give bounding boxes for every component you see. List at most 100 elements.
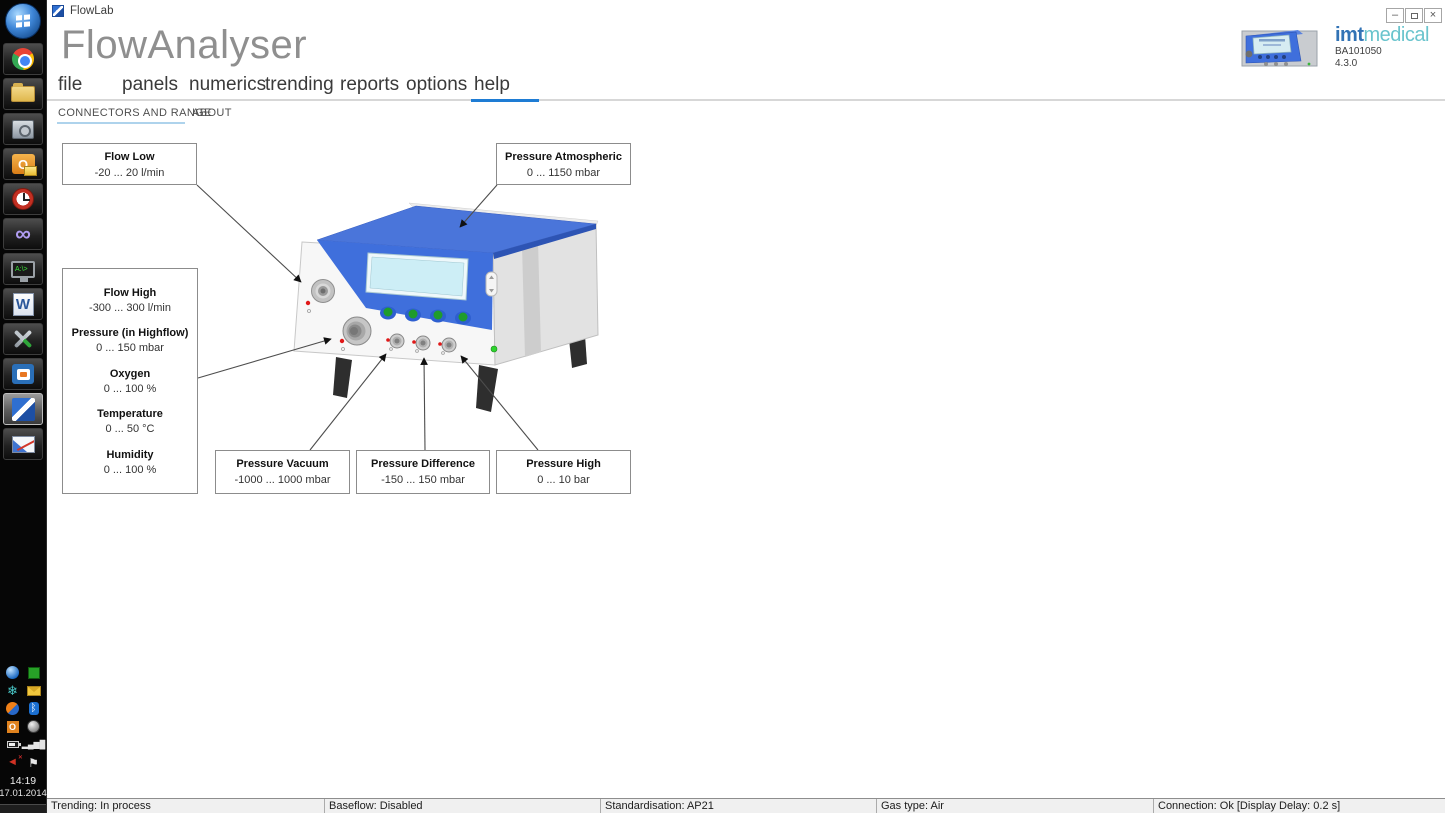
menu-numerics[interactable]: numerics: [189, 74, 266, 96]
callout-pressure-high: Pressure High 0 ... 10 bar: [496, 450, 631, 494]
taskbar-icon-image-editor[interactable]: [3, 428, 43, 460]
status-gas-type: Gas type: Air: [877, 799, 1154, 813]
taskbar-icon-flowlab-active[interactable]: [3, 393, 43, 425]
taskbar-icon-tools[interactable]: [3, 323, 43, 355]
tray-mail-icon[interactable]: [25, 682, 42, 699]
menu-help-active-underline: [471, 99, 539, 102]
menu-options[interactable]: options: [406, 74, 467, 96]
folder-icon: [11, 86, 35, 102]
tray-office-icon[interactable]: O: [4, 718, 21, 735]
outlook-icon: O: [12, 154, 35, 174]
tab-connectors-and-range[interactable]: CONNECTORS AND RANGE: [58, 107, 212, 119]
close-button[interactable]: ×: [1424, 8, 1442, 23]
callout-range: 0 ... 50 °C: [63, 423, 197, 435]
callout-range: -1000 ... 1000 mbar: [216, 474, 349, 486]
callout-entry: Flow High -300 ... 300 l/min: [63, 287, 197, 314]
callout-pressure-atmospheric: Pressure Atmospheric 0 ... 1150 mbar: [496, 143, 631, 185]
status-baseflow: Baseflow: Disabled: [325, 799, 601, 813]
restore-button[interactable]: [1405, 8, 1423, 23]
taskbar-icon-vmware[interactable]: [3, 358, 43, 390]
callout-range: 0 ... 150 mbar: [63, 342, 197, 354]
callout-title: Flow High: [63, 287, 197, 299]
image-editor-icon: [12, 436, 35, 453]
callout-title: Humidity: [63, 449, 197, 461]
word-icon: W: [13, 293, 34, 316]
callout-range: 0 ... 10 bar: [497, 474, 630, 486]
mail-icon: [27, 686, 41, 696]
safe-icon: [12, 120, 34, 139]
sync-icon: ❄: [7, 684, 18, 697]
tab-about[interactable]: ABOUT: [192, 107, 232, 119]
callout-pressure-difference: Pressure Difference -150 ... 150 mbar: [356, 450, 490, 494]
status-standardisation: Standardisation: AP21: [601, 799, 877, 813]
taskbar-icon-chrome[interactable]: [3, 43, 43, 75]
callout-entry: Oxygen 0 ... 100 %: [63, 368, 197, 395]
brand-medical: medical: [1364, 24, 1429, 46]
tray-clock-time[interactable]: 14:19: [10, 775, 36, 788]
titlebar: FlowLab – ×: [47, 0, 1445, 24]
callout-entry: Humidity 0 ... 100 %: [63, 449, 197, 476]
status-trending: Trending: In process: [47, 799, 325, 813]
tray-network-icon[interactable]: [4, 664, 21, 681]
brand-version: 4.3.0: [1335, 58, 1429, 70]
tray-signal-icon[interactable]: ▂▄▆█: [25, 736, 42, 753]
restore-icon: [1411, 13, 1418, 19]
tray-volume-icon[interactable]: [25, 718, 42, 735]
taskbar-icon-word[interactable]: W: [3, 288, 43, 320]
menu-panels[interactable]: panels: [122, 74, 178, 96]
taskbar: O ∞ A:\> W ❄ ᛒ O ▂▄▆█ ◄ ⚑ 14:19: [0, 0, 47, 813]
tray-update-icon[interactable]: [4, 700, 21, 717]
menu-file[interactable]: file: [58, 74, 82, 96]
callout-title: Temperature: [63, 408, 197, 420]
signal-bars-icon: ▂▄▆█: [22, 741, 46, 749]
tray-battery-icon[interactable]: [4, 736, 21, 753]
callout-range: -300 ... 300 l/min: [63, 302, 197, 314]
menu-divider: [47, 99, 1445, 101]
callout-title: Pressure High: [497, 458, 630, 470]
device-power-led: [491, 346, 497, 352]
show-desktop-button[interactable]: [0, 804, 46, 813]
callout-title: Pressure (in Highflow): [63, 327, 197, 339]
network-icon: [6, 666, 19, 679]
battery-icon: [7, 741, 19, 748]
taskbar-icon-file-explorer[interactable]: [3, 78, 43, 110]
tab-active-underline: [57, 122, 185, 124]
callout-title: Flow Low: [63, 151, 196, 163]
callout-flow-low: Flow Low -20 ... 20 l/min: [62, 143, 197, 185]
update-icon: [6, 702, 19, 715]
device-thumbnail: [1241, 24, 1321, 72]
chrome-icon: [12, 48, 34, 70]
tray-display-icon[interactable]: [25, 664, 42, 681]
taskbar-icon-safe[interactable]: [3, 113, 43, 145]
flowlab-window: FlowLab – ×: [47, 0, 1445, 813]
menu-reports[interactable]: reports: [340, 74, 399, 96]
display-icon: [28, 667, 40, 679]
callout-range: 0 ... 1150 mbar: [497, 167, 630, 179]
callout-entry: Temperature 0 ... 50 °C: [63, 408, 197, 435]
start-button[interactable]: [5, 3, 41, 39]
tools-icon: [11, 327, 35, 351]
callout-title: Oxygen: [63, 368, 197, 380]
alarm-clock-icon: [12, 188, 34, 210]
menu-trending[interactable]: trending: [265, 74, 334, 96]
taskbar-icon-visual-studio[interactable]: ∞: [3, 218, 43, 250]
tray-clock-date[interactable]: 17.01.2014: [0, 788, 47, 800]
window-title: FlowLab: [70, 5, 113, 17]
infinity-icon: ∞: [15, 223, 31, 245]
tray-mute-icon[interactable]: ◄: [4, 754, 21, 771]
screen: O ∞ A:\> W ❄ ᛒ O ▂▄▆█ ◄ ⚑ 14:19: [0, 0, 1445, 813]
taskbar-icon-remote-desktop[interactable]: A:\>: [3, 253, 43, 285]
tray-bluetooth-icon[interactable]: ᛒ: [25, 700, 42, 717]
menu-help[interactable]: help: [474, 74, 510, 96]
callout-title: Pressure Difference: [357, 458, 489, 470]
taskbar-icon-alarm-clock[interactable]: [3, 183, 43, 215]
callout-title: Pressure Vacuum: [216, 458, 349, 470]
tray-flag-icon[interactable]: ⚑: [25, 754, 42, 771]
taskbar-icon-outlook[interactable]: O: [3, 148, 43, 180]
brand-imt: imt: [1335, 24, 1364, 46]
callout-left-panel: Flow High -300 ... 300 l/min Pressure (i…: [62, 268, 198, 494]
brand-logo: imtmedical: [1335, 24, 1429, 46]
brand-block: imtmedical BA101050 4.3.0: [1241, 24, 1429, 72]
tray-sync-icon[interactable]: ❄: [4, 682, 21, 699]
minimize-button[interactable]: –: [1386, 8, 1404, 23]
